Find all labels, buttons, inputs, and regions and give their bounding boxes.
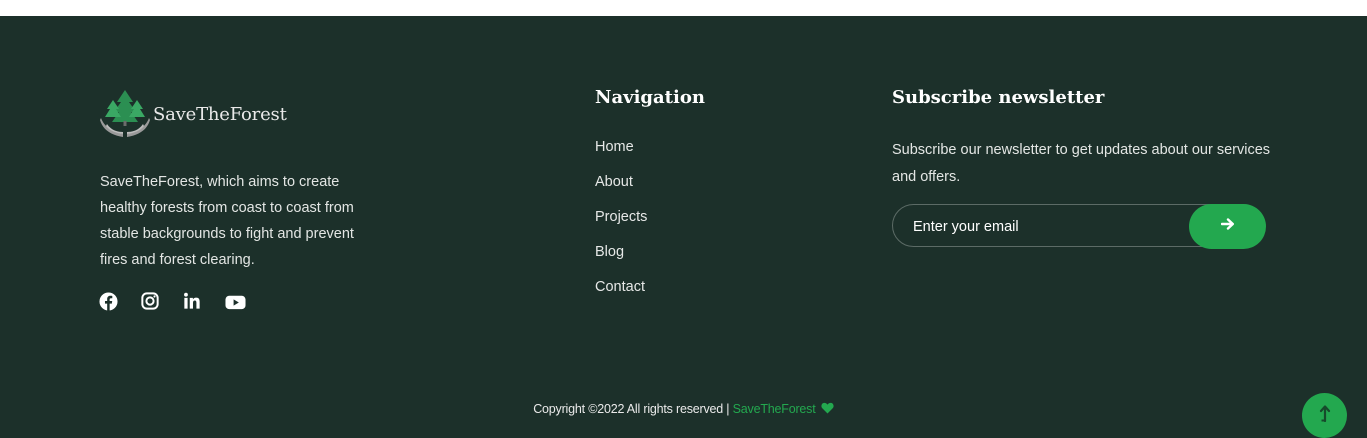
nav-link-contact[interactable]: Contact <box>595 276 647 311</box>
newsletter-description: Subscribe our newsletter to get updates … <box>892 142 1271 185</box>
site-footer: SaveTheForest SaveTheForest, which aims … <box>0 16 1367 438</box>
tree-hands-logo-icon <box>99 88 151 140</box>
nav-link-about[interactable]: About <box>595 171 647 206</box>
copyright-line: Copyright ©2022 All rights reserved | Sa… <box>0 402 1367 417</box>
instagram-icon[interactable] <box>141 292 161 312</box>
subscribe-button[interactable] <box>1189 204 1266 249</box>
arrow-up-icon <box>1319 404 1331 427</box>
social-links <box>99 292 246 312</box>
nav-link-home[interactable]: Home <box>595 136 647 171</box>
nav-link-blog[interactable]: Blog <box>595 241 647 276</box>
facebook-icon[interactable] <box>99 292 119 312</box>
heart-icon <box>821 402 834 417</box>
copyright-brand-link[interactable]: SaveTheForest <box>733 402 816 416</box>
newsletter-heading: Subscribe newsletter <box>892 87 1105 108</box>
navigation-list: Home About Projects Blog Contact <box>595 136 647 311</box>
email-input[interactable] <box>911 205 1185 248</box>
arrow-right-icon <box>1220 217 1235 236</box>
navigation-heading: Navigation <box>595 87 705 108</box>
copyright-text: Copyright ©2022 All rights reserved | <box>533 402 733 416</box>
back-to-top-button[interactable] <box>1302 393 1347 438</box>
nav-link-projects[interactable]: Projects <box>595 206 647 241</box>
brand-description: SaveTheForest, which aims to create heal… <box>100 174 354 268</box>
youtube-icon[interactable] <box>225 292 246 312</box>
brand-name: SaveTheForest <box>153 103 287 125</box>
linkedin-icon[interactable] <box>183 292 203 312</box>
brand-logo[interactable]: SaveTheForest <box>99 88 287 140</box>
